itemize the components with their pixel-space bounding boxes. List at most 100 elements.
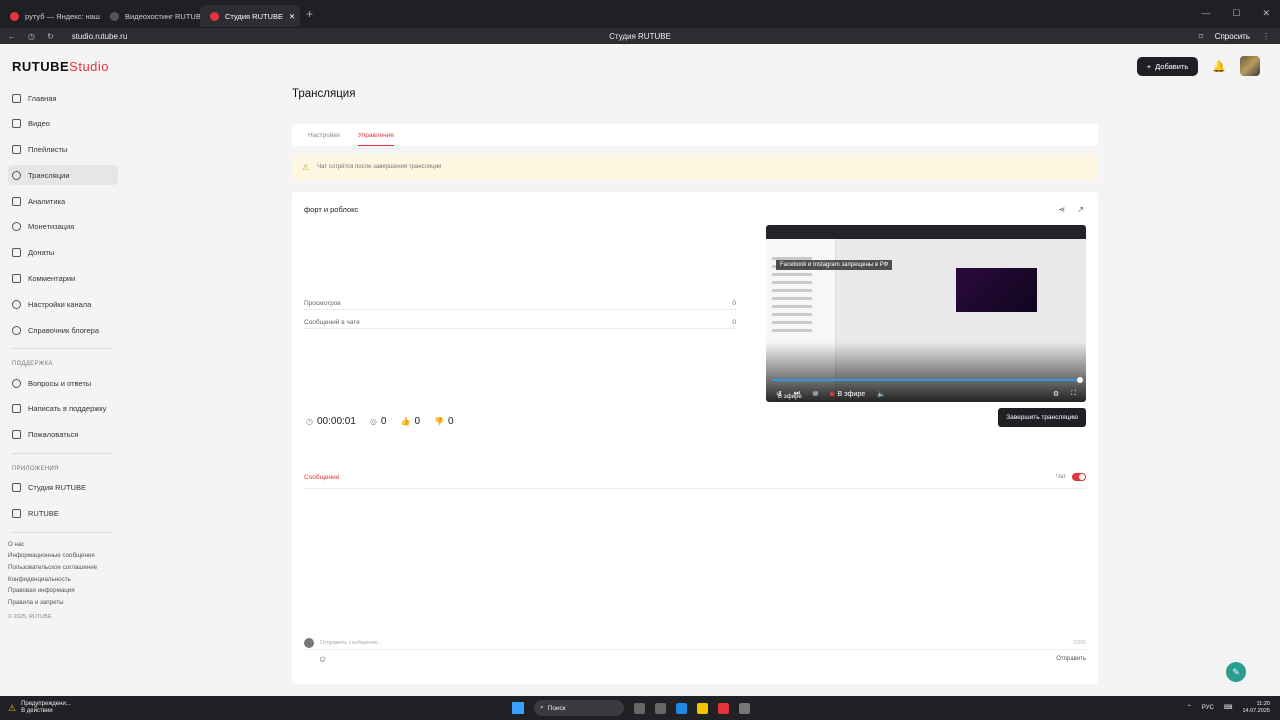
add-button[interactable]: + Добавить: [1136, 56, 1199, 76]
sidebar-item-report[interactable]: Пожаловаться: [8, 425, 118, 445]
thumbs-up-icon: 👍: [400, 417, 411, 426]
duration-counter: ◷ 00:00:01: [306, 416, 356, 427]
address-bar: ← ◷ ↻ studio.rutube.ru Студия RUTUBE ⌑ С…: [0, 28, 1280, 44]
maximize-icon[interactable]: ☐: [1232, 8, 1240, 19]
sidebar-divider: [12, 452, 112, 454]
language-indicator[interactable]: РУС: [1202, 705, 1214, 711]
store-icon[interactable]: [655, 702, 666, 714]
info-icon: [12, 325, 21, 335]
chevron-up-icon[interactable]: ⌃: [1187, 704, 1192, 711]
rutube-favicon-icon: [110, 11, 119, 21]
url-field[interactable]: studio.rutube.ru: [72, 32, 128, 41]
share-icon[interactable]: ⋖: [1059, 205, 1066, 214]
sidebar-item-settings[interactable]: Настройки канала: [8, 294, 118, 314]
taskbar-warning[interactable]: ⚠ Предупреждени... В действии: [8, 701, 71, 715]
messages-card: Сообщения Чат Отправить сообщение... 0/2…: [292, 458, 1098, 684]
volume-icon[interactable]: 🔈: [877, 390, 886, 398]
minimize-icon[interactable]: —: [1201, 8, 1210, 19]
studio-favicon-icon: [210, 11, 219, 21]
external-link-icon[interactable]: ↗: [1077, 205, 1084, 214]
footer-link[interactable]: Пользовательское соглашение: [8, 564, 118, 571]
message-input-row: Отправить сообщение... 0/200: [304, 636, 1086, 650]
plus-icon: +: [1146, 61, 1152, 71]
network-icon[interactable]: ⌨: [1224, 704, 1233, 711]
sidebar-item-home[interactable]: Главная: [8, 88, 118, 108]
player-progress-bar[interactable]: [772, 379, 1080, 381]
close-window-icon[interactable]: ✕: [1262, 8, 1270, 19]
stat-chat-messages: Сообщений в чате 0: [304, 319, 736, 329]
chat-switch[interactable]: [1072, 473, 1086, 481]
sidebar-item-guide[interactable]: Справочник блогера: [8, 320, 118, 340]
monetization-icon: [12, 222, 21, 232]
studio-app: RUTUBEStudio + Добавить 🔔 Главная Видео П…: [0, 44, 1280, 696]
sidebar-item-faq[interactable]: Вопросы и ответы: [8, 373, 118, 393]
task-view-icon[interactable]: [634, 702, 645, 714]
messages-title[interactable]: Сообщения: [304, 474, 339, 481]
sidebar-item-studio-app[interactable]: Студия RUTUBE: [8, 478, 118, 498]
bell-icon[interactable]: 🔔: [1212, 60, 1226, 73]
emoji-icon[interactable]: ☺: [318, 654, 327, 664]
sidebar-item-monetization[interactable]: Монетизация: [8, 217, 118, 237]
tab-settings[interactable]: Настройки: [308, 132, 340, 139]
preview-browser-bar: [766, 225, 1086, 239]
chat-toggle[interactable]: Чат: [1056, 473, 1086, 481]
help-chat-icon[interactable]: ✎: [1226, 662, 1246, 682]
window-title: Студия RUTUBE: [609, 31, 671, 41]
browser-tab-active[interactable]: Студия RUTUBE ✕: [200, 5, 300, 27]
footer-link[interactable]: О нас: [8, 541, 118, 548]
edge-icon[interactable]: [676, 702, 687, 714]
folder-icon[interactable]: [697, 702, 708, 714]
clock-icon: ◷: [306, 417, 313, 426]
back-icon[interactable]: ←: [8, 32, 16, 41]
preview-nested-player: [956, 268, 1037, 312]
app-icon[interactable]: [739, 702, 750, 714]
video-icon: [12, 119, 21, 129]
footer-link[interactable]: Информационные сообщения: [8, 552, 118, 559]
browser-tab[interactable]: Видеохостинг RUTUBE. С: [100, 5, 200, 27]
player-progress-knob[interactable]: [1077, 377, 1083, 383]
question-icon: [12, 378, 21, 388]
mail-icon: [12, 404, 21, 414]
end-stream-button[interactable]: Завершить трансляцию: [998, 408, 1086, 427]
send-button[interactable]: Отправить: [1056, 656, 1086, 662]
sidebar-item-contact-support[interactable]: Написать в поддержку: [8, 399, 118, 419]
settings-gear-icon[interactable]: ⚙: [1053, 390, 1059, 398]
live-label-small: В эфире: [778, 394, 802, 400]
app-icon: [12, 509, 21, 519]
new-tab-button[interactable]: +: [306, 7, 313, 21]
ask-button[interactable]: Спросить: [1215, 32, 1250, 41]
reload-icon[interactable]: ↻: [47, 32, 54, 41]
sidebar-item-donations[interactable]: Донаты: [8, 243, 118, 263]
footer-link[interactable]: Конфиденциальность: [8, 576, 118, 583]
replay-10-icon[interactable]: ⑩: [812, 390, 818, 398]
yandex-browser-icon[interactable]: [718, 702, 729, 714]
bookmark-icon[interactable]: ⌑: [1199, 32, 1203, 41]
message-input[interactable]: Отправить сообщение...: [320, 640, 382, 646]
stream-preview-player[interactable]: Facebook и Instagram запрещены в РФ ↺ ⏭ …: [766, 225, 1086, 402]
taskbar-search[interactable]: ⌕ Поиск: [534, 700, 624, 716]
close-tab-icon[interactable]: ✕: [289, 12, 295, 21]
dislikes-counter: 👎 0: [434, 416, 454, 427]
viewers-counter: ◎ 0: [369, 416, 387, 427]
sidebar-item-rutube-app[interactable]: RUTUBE: [8, 504, 118, 524]
menu-icon[interactable]: ⋮: [1262, 32, 1270, 41]
avatar[interactable]: [1240, 56, 1260, 76]
rutube-studio-logo[interactable]: RUTUBEStudio: [12, 59, 109, 74]
likes-counter: 👍 0: [400, 416, 420, 427]
live-indicator: В эфире: [830, 391, 865, 398]
stream-counters: ◷ 00:00:01 ◎ 0 👍 0 👎 0: [306, 416, 454, 427]
windows-start-icon[interactable]: [512, 702, 524, 714]
history-icon[interactable]: ◷: [28, 32, 35, 41]
sidebar-item-video[interactable]: Видео: [8, 114, 118, 134]
sidebar-item-comments[interactable]: Комментарии: [8, 269, 118, 289]
fullscreen-icon[interactable]: ⛶: [1071, 390, 1076, 398]
tab-management[interactable]: Управление: [357, 132, 395, 146]
browser-tab[interactable]: рутуб — Яндекс: нашлось: [0, 5, 100, 27]
footer-link[interactable]: Правила и запреты: [8, 599, 118, 606]
clock[interactable]: 11:20 14.07.2025: [1242, 701, 1270, 714]
footer-link[interactable]: Правовая информация: [8, 587, 118, 594]
sidebar-item-streams[interactable]: Трансляции: [8, 165, 118, 186]
preview-banner: Facebook и Instagram запрещены в РФ: [776, 260, 893, 270]
sidebar-item-playlists[interactable]: Плейлисты: [8, 140, 118, 160]
sidebar-item-analytics[interactable]: Аналитика: [8, 191, 118, 211]
